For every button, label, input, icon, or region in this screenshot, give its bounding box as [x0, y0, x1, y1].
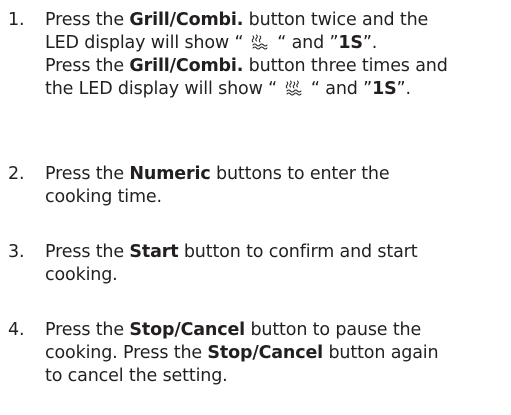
step-number: 2. [8, 164, 25, 184]
text: “ and ” [271, 33, 339, 53]
button-name-stop-cancel: Stop/Cancel [207, 343, 324, 363]
text-line: Press the Grill/Combi. button three time… [45, 55, 503, 78]
text: “ and ” [305, 79, 373, 99]
text: button to confirm and start [178, 242, 418, 262]
display-code: 1S [338, 33, 363, 53]
text: ”. [396, 79, 411, 99]
step-number: 3. [8, 242, 25, 262]
text-line: to cancel the setting. [45, 366, 228, 386]
text-line: Press the Grill/Combi. button twice and … [45, 9, 503, 32]
text: Press the [45, 56, 130, 76]
text: Press the [45, 10, 130, 30]
text-line: Press the Start button to confirm and st… [45, 241, 503, 264]
step-text: Press the Numeric buttons to enter the c… [45, 163, 503, 209]
text-line: Press the Numeric buttons to enter the [45, 163, 503, 186]
text: Press the [45, 242, 130, 262]
display-code: 1S [372, 79, 397, 99]
text: button to pause the [245, 320, 422, 340]
text: button twice and the [243, 10, 429, 30]
grill-microwave-combi-double-icon [284, 79, 305, 97]
button-name-numeric: Numeric [129, 164, 211, 184]
step-number: 1. [8, 10, 25, 30]
step-text: Press the Start button to confirm and st… [45, 241, 503, 287]
text: LED display will show “ [45, 33, 249, 53]
text-line: Press the Stop/Cancel button to pause th… [45, 319, 503, 342]
text-line: cooking. Press the Stop/Cancel button ag… [45, 342, 503, 365]
text: Press the [45, 320, 130, 340]
text: button again [323, 343, 439, 363]
text-line: cooking time. [45, 187, 162, 207]
text: ”. [362, 33, 378, 53]
text-line: LED display will show “ “ and ”1S”. [45, 32, 503, 55]
instruction-list: 1. Press the Grill/Combi. button twice a… [0, 0, 511, 415]
button-name-start: Start [129, 242, 179, 262]
text-line: cooking. [45, 265, 118, 285]
text-line: the LED display will show “ “ and ”1S”. [45, 78, 503, 101]
step-text: Press the Grill/Combi. button twice and … [45, 9, 503, 101]
text: buttons to enter the [210, 164, 390, 184]
button-name-stop-cancel: Stop/Cancel [129, 320, 246, 340]
text: the LED display will show “ [45, 79, 283, 99]
button-name-grill-combi: Grill/Combi. [129, 56, 244, 76]
text: Press the [45, 164, 130, 184]
step-text: Press the Stop/Cancel button to pause th… [45, 319, 503, 388]
text: cooking. Press the [45, 343, 208, 363]
text: button three times and [243, 56, 448, 76]
button-name-grill-combi: Grill/Combi. [129, 10, 244, 30]
step-number: 4. [8, 320, 25, 340]
grill-microwave-combi-icon [250, 33, 271, 51]
